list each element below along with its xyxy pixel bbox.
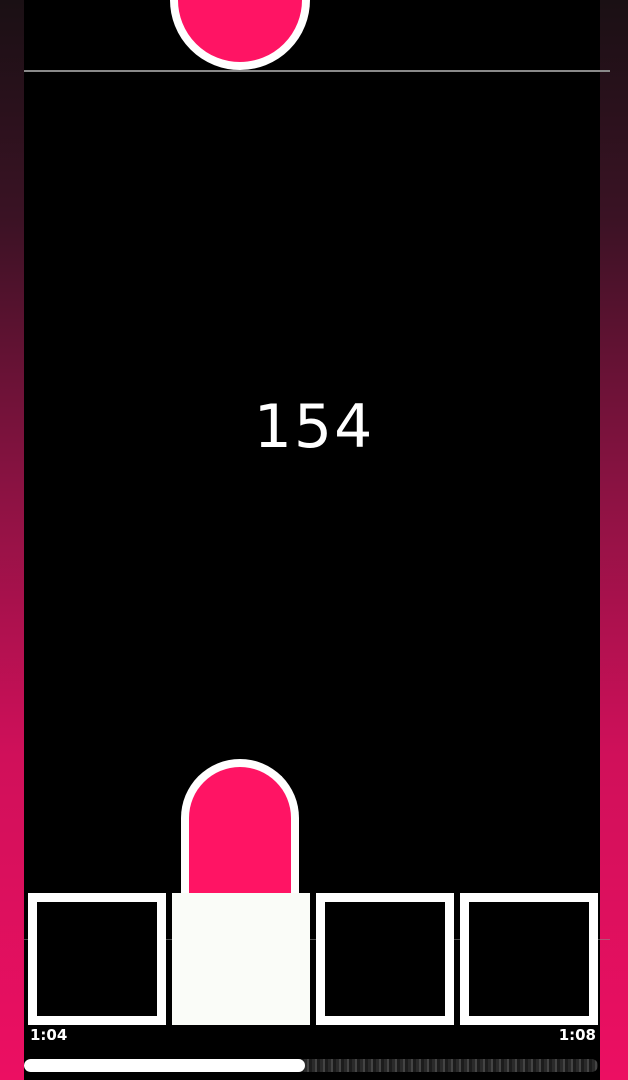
lane-button-3[interactable] (316, 893, 454, 1025)
right-side-bar (600, 0, 628, 1080)
lane-button-4[interactable] (460, 893, 598, 1025)
score-display: 154 (253, 392, 375, 462)
top-boundary-line (24, 70, 610, 72)
current-time: 1:04 (30, 1026, 68, 1044)
player-piece-icon (181, 759, 299, 899)
progress-fill (24, 1059, 305, 1072)
progress-bar[interactable] (24, 1059, 598, 1072)
total-time: 1:08 (558, 1026, 596, 1044)
left-side-bar (0, 0, 24, 1080)
lane-button-1[interactable] (28, 893, 166, 1025)
lane-button-2[interactable] (172, 893, 310, 1025)
